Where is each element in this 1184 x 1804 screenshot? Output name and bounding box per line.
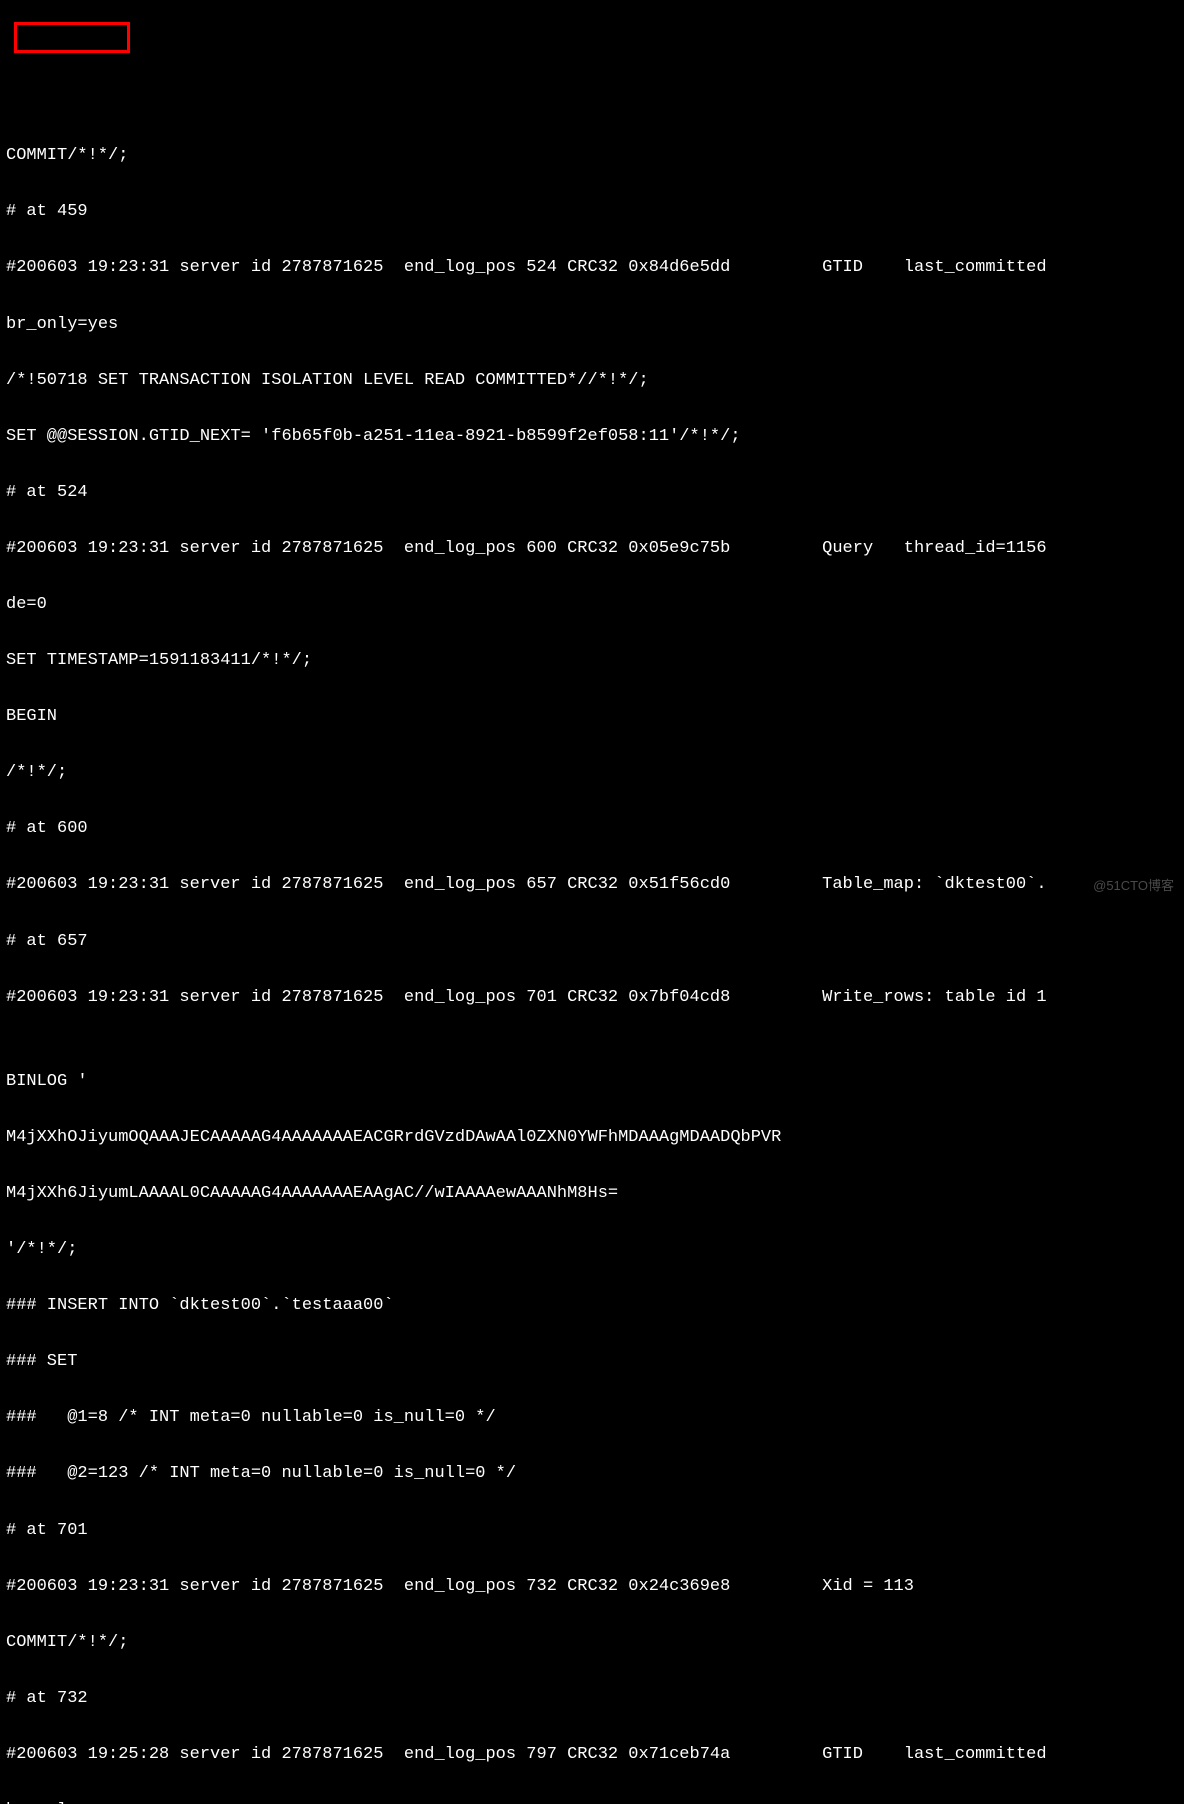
log-line: SET @@SESSION.GTID_NEXT= 'f6b65f0b-a251-…: [6, 423, 1178, 451]
log-line: ### @1=8 /* INT meta=0 nullable=0 is_nul…: [6, 1404, 1178, 1432]
log-line: ### INSERT INTO `dktest00`.`testaaa00`: [6, 1292, 1178, 1320]
terminal-output: COMMIT/*!*/; # at 459 #200603 19:23:31 s…: [6, 114, 1178, 1804]
log-line: # at 657: [6, 928, 1178, 956]
log-line: #200603 19:23:31 server id 2787871625 en…: [6, 254, 1178, 282]
log-line: #200603 19:23:31 server id 2787871625 en…: [6, 871, 1178, 899]
log-line: # at 732: [6, 1685, 1178, 1713]
log-line: /*!*/;: [6, 759, 1178, 787]
log-line: ### SET: [6, 1348, 1178, 1376]
log-line: br_only=yes: [6, 311, 1178, 339]
log-line: # at 701: [6, 1517, 1178, 1545]
log-line: de=0: [6, 591, 1178, 619]
log-line: #200603 19:23:31 server id 2787871625 en…: [6, 984, 1178, 1012]
log-line: #200603 19:25:28 server id 2787871625 en…: [6, 1741, 1178, 1769]
log-line: SET TIMESTAMP=1591183411/*!*/;: [6, 647, 1178, 675]
log-line: M4jXXh6JiyumLAAAAL0CAAAAAG4AAAAAAAEAAgAC…: [6, 1180, 1178, 1208]
highlight-annotation: [14, 22, 130, 53]
watermark-text: @51CTO博客: [1093, 875, 1174, 896]
log-line: #200603 19:23:31 server id 2787871625 en…: [6, 535, 1178, 563]
log-line: ### @2=123 /* INT meta=0 nullable=0 is_n…: [6, 1460, 1178, 1488]
log-line: '/*!*/;: [6, 1236, 1178, 1264]
log-line: # at 524: [6, 479, 1178, 507]
log-line: BINLOG ': [6, 1068, 1178, 1096]
log-line: # at 459: [6, 198, 1178, 226]
log-line: #200603 19:23:31 server id 2787871625 en…: [6, 1573, 1178, 1601]
log-line: COMMIT/*!*/;: [6, 142, 1178, 170]
log-line: /*!50718 SET TRANSACTION ISOLATION LEVEL…: [6, 367, 1178, 395]
log-line: M4jXXhOJiyumOQAAAJECAAAAAG4AAAAAAAEACGRr…: [6, 1124, 1178, 1152]
log-line: # at 600: [6, 815, 1178, 843]
log-line: COMMIT/*!*/;: [6, 1629, 1178, 1657]
log-line: BEGIN: [6, 703, 1178, 731]
log-line: br_only=yes: [6, 1797, 1178, 1804]
